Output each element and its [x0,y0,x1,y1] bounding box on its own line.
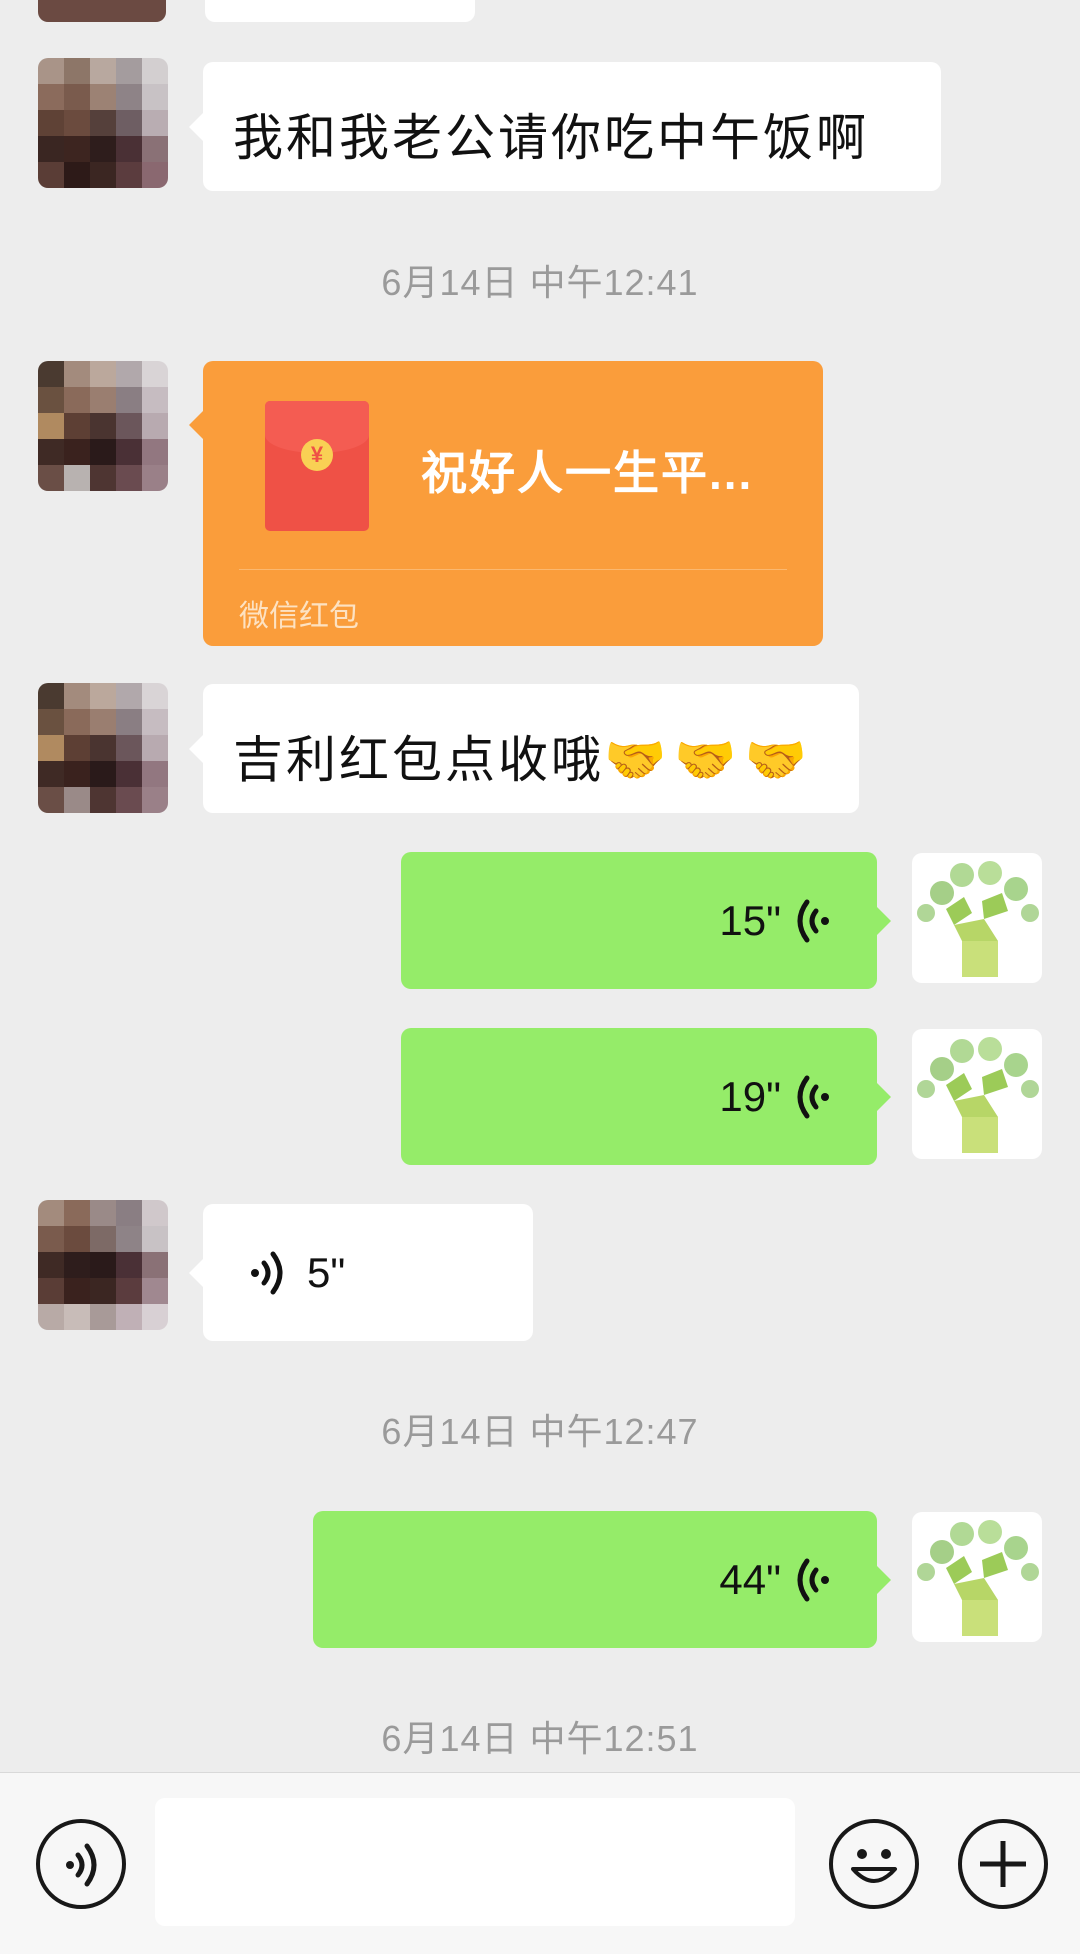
timestamp: 6月14日 中午12:47 [381,1411,699,1452]
voice-duration: 15" [719,897,781,944]
timestamp: 6月14日 中午12:51 [381,1718,699,1759]
voice-message-bubble[interactable]: 44" [313,1511,891,1648]
tree-avatar-icon [917,1520,1039,1636]
handshake-emoji: 🤝🤝🤝 [604,732,815,788]
message-bubble[interactable]: 我和我老公请你吃中午饭啊 [189,62,941,191]
user-avatar[interactable] [912,1029,1042,1159]
divider [239,569,787,570]
user-avatar[interactable] [912,853,1042,983]
user-avatar[interactable] [912,1512,1042,1642]
red-packet-bubble[interactable]: ¥ 祝好人一生平... 微信红包 [189,361,823,646]
emoji-button[interactable] [829,1819,919,1909]
red-packet-icon: ¥ [265,401,369,531]
voice-duration: 5" [307,1249,346,1296]
input-bar [0,1772,1080,1954]
tree-avatar-icon [917,861,1039,977]
partial-bubble [205,0,475,22]
message-text: 吉利红包点收哦🤝🤝🤝 [233,732,815,788]
contact-avatar[interactable] [38,1200,168,1330]
voice-wave-icon [797,1075,829,1119]
voice-wave-icon [251,1251,283,1295]
message-text: 我和我老公请你吃中午饭啊 [233,110,869,166]
red-packet-label: 微信红包 [239,600,359,633]
plus-icon [980,1841,1026,1887]
red-packet-greeting: 祝好人一生平... [421,447,754,499]
message-bubble[interactable]: 吉利红包点收哦🤝🤝🤝 [189,684,859,813]
more-button[interactable] [958,1819,1048,1909]
voice-wave-icon [797,899,829,943]
contact-avatar[interactable] [38,58,168,188]
coin-icon: ¥ [301,439,333,471]
contact-avatar[interactable] [38,361,168,491]
message-input[interactable] [155,1798,795,1926]
timestamp: 6月14日 中午12:41 [381,262,699,303]
voice-duration: 44" [719,1556,781,1603]
partial-avatar [38,0,166,22]
voice-message-bubble[interactable]: 15" [401,852,891,989]
smiley-icon [851,1849,897,1883]
voice-toggle-button[interactable] [36,1819,126,1909]
voice-wave-icon [797,1558,829,1602]
tree-avatar-icon [917,1037,1039,1153]
contact-avatar[interactable] [38,683,168,813]
voice-duration: 19" [719,1073,781,1120]
voice-message-bubble[interactable]: 5" [189,1204,533,1341]
voice-toggle-icon [66,1843,97,1887]
voice-message-bubble[interactable]: 19" [401,1028,891,1165]
